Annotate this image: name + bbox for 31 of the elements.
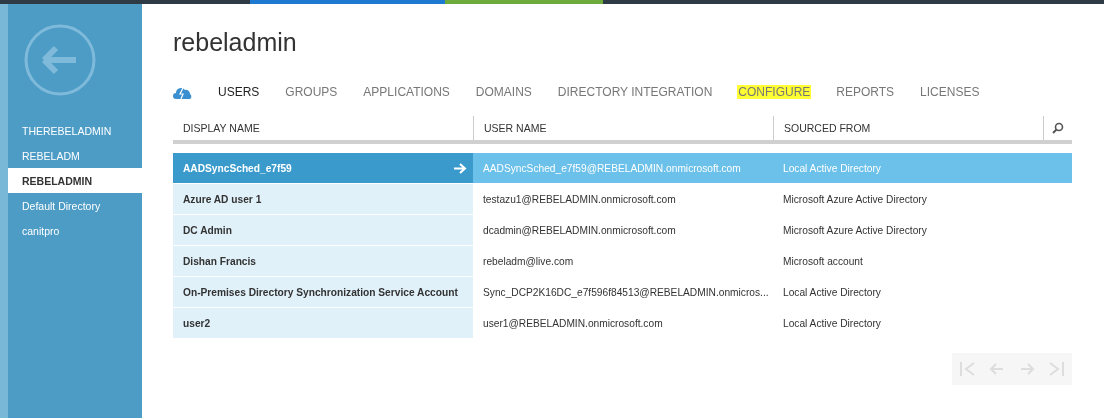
nav-tab[interactable]: APPLICATIONS xyxy=(362,85,451,99)
search-icon[interactable] xyxy=(1052,122,1064,134)
nav-tab[interactable]: REPORTS xyxy=(835,85,896,99)
table-cell: On-Premises Directory Synchronization Service Account xyxy=(173,277,473,308)
table-cell: Azure AD user 1 xyxy=(173,184,473,215)
column-header[interactable]: DISPLAY NAME xyxy=(173,116,473,140)
table-cell: Dishan Francis xyxy=(173,246,473,277)
nav-tab[interactable]: USERS xyxy=(217,85,261,99)
column-header[interactable]: USER NAME xyxy=(473,116,773,140)
nav-tab[interactable]: DIRECTORY INTEGRATION xyxy=(556,85,714,99)
sidebar-item[interactable]: canitpro xyxy=(8,218,142,243)
arrow-icon[interactable] xyxy=(454,162,467,174)
sidebar-item[interactable]: THEREBELADMIN xyxy=(8,118,142,143)
nav-tab[interactable]: GROUPS xyxy=(284,85,339,99)
back-icon[interactable] xyxy=(24,24,96,96)
last-page-icon[interactable] xyxy=(1048,360,1066,378)
nav-tab[interactable]: CONFIGURE xyxy=(737,85,812,99)
sidebar-item[interactable]: REBELADM xyxy=(8,143,142,168)
page-title: rebeladmin xyxy=(173,28,298,58)
table-cell: DC Admin xyxy=(173,215,473,246)
column-header[interactable]: SOURCED FROM xyxy=(773,116,1043,140)
sidebar-item[interactable]: Default Directory xyxy=(8,193,142,218)
table-cell: Local Active Directory xyxy=(773,153,1043,184)
table-cell: AADSyncSched_e7f59 xyxy=(173,153,473,184)
nav-tab[interactable]: DOMAINS xyxy=(474,85,533,99)
table-cell: AADSyncSched_e7f59@REBELADMIN.onmicrosoft.com xyxy=(473,153,773,184)
nav-tab[interactable]: LICENSES xyxy=(919,85,981,99)
first-page-icon[interactable] xyxy=(958,360,976,378)
table-cell: user2 xyxy=(173,308,473,339)
sidebar-item[interactable]: REBELADMIN xyxy=(8,168,142,193)
cloud-icon xyxy=(173,85,193,99)
